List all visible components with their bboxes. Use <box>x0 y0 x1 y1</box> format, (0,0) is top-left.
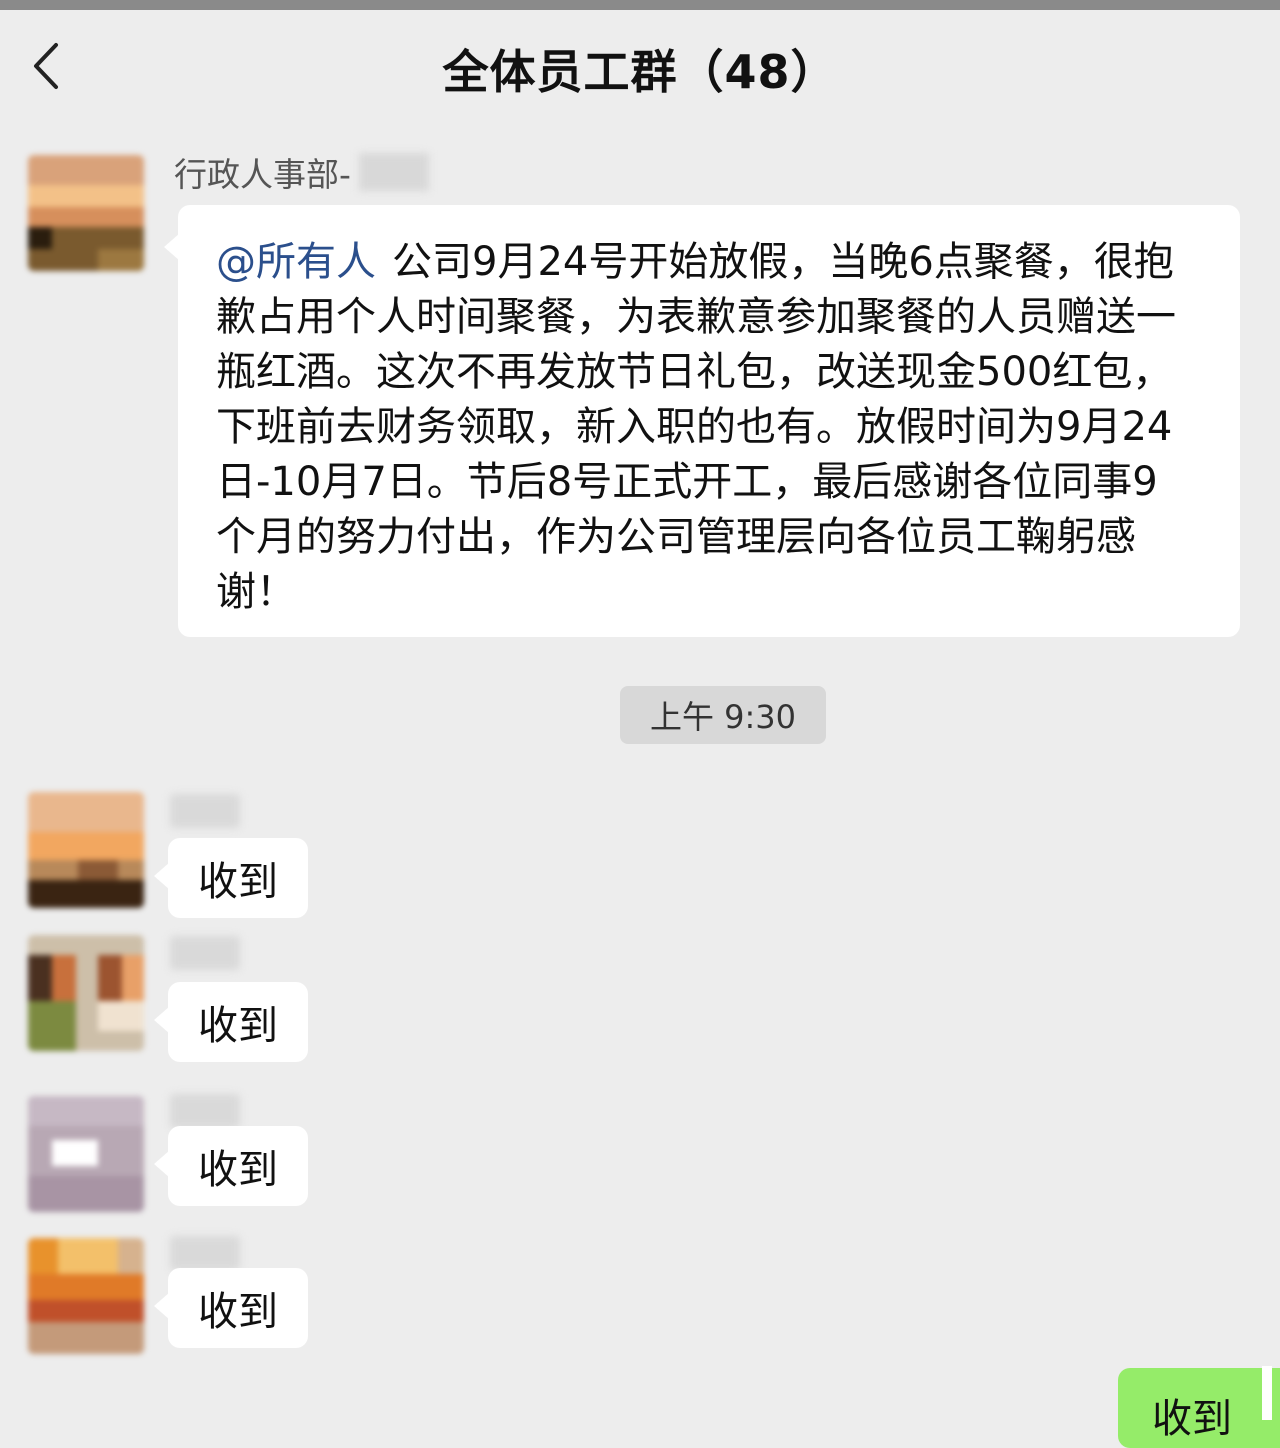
reply-text: 收到 <box>198 859 278 905</box>
member-avatar[interactable] <box>28 935 144 1051</box>
timestamp: 上午 9:30 <box>620 686 826 744</box>
redacted-name <box>170 1236 240 1270</box>
self-reply-text: 收到 <box>1152 1396 1232 1442</box>
announcement-text: 公司9月24号开始放假，当晚6点聚餐，很抱歉占用个人时间聚餐，为表歉意参加聚餐的… <box>216 239 1176 615</box>
sender-name-label: 行政人事部- <box>174 155 351 194</box>
reply-text: 收到 <box>198 1003 278 1049</box>
scroll-indicator <box>1262 1366 1272 1420</box>
reply-text: 收到 <box>198 1147 278 1193</box>
reply-bubble[interactable]: 收到 <box>154 1268 308 1348</box>
mention-all[interactable]: @所有人 <box>216 239 376 285</box>
reply-text: 收到 <box>198 1289 278 1335</box>
top-status-strip <box>0 0 1280 10</box>
member-avatar[interactable] <box>28 1096 144 1212</box>
chat-title: 全体员工群（48） <box>442 45 838 99</box>
sender-avatar[interactable] <box>28 155 144 271</box>
redacted-name <box>170 794 240 828</box>
reply-bubble[interactable]: 收到 <box>154 1126 308 1206</box>
chat-header: 全体员工群（48） <box>0 10 1280 120</box>
redacted-name <box>358 153 429 191</box>
self-reply-bubble[interactable]: 收到 <box>1118 1368 1280 1448</box>
member-avatar[interactable] <box>28 792 144 908</box>
redacted-name <box>170 1094 240 1128</box>
redacted-name <box>170 936 240 970</box>
announcement-text-block: @所有人 公司9月24号开始放假，当晚6点聚餐，很抱歉占用个人时间聚餐，为表歉意参… <box>216 235 1196 620</box>
announcement-bubble[interactable]: @所有人 公司9月24号开始放假，当晚6点聚餐，很抱歉占用个人时间聚餐，为表歉意参… <box>164 205 1240 637</box>
reply-bubble[interactable]: 收到 <box>154 982 308 1062</box>
reply-bubble[interactable]: 收到 <box>154 838 308 918</box>
sender-name: 行政人事部- <box>174 148 429 196</box>
member-avatar[interactable] <box>28 1238 144 1354</box>
